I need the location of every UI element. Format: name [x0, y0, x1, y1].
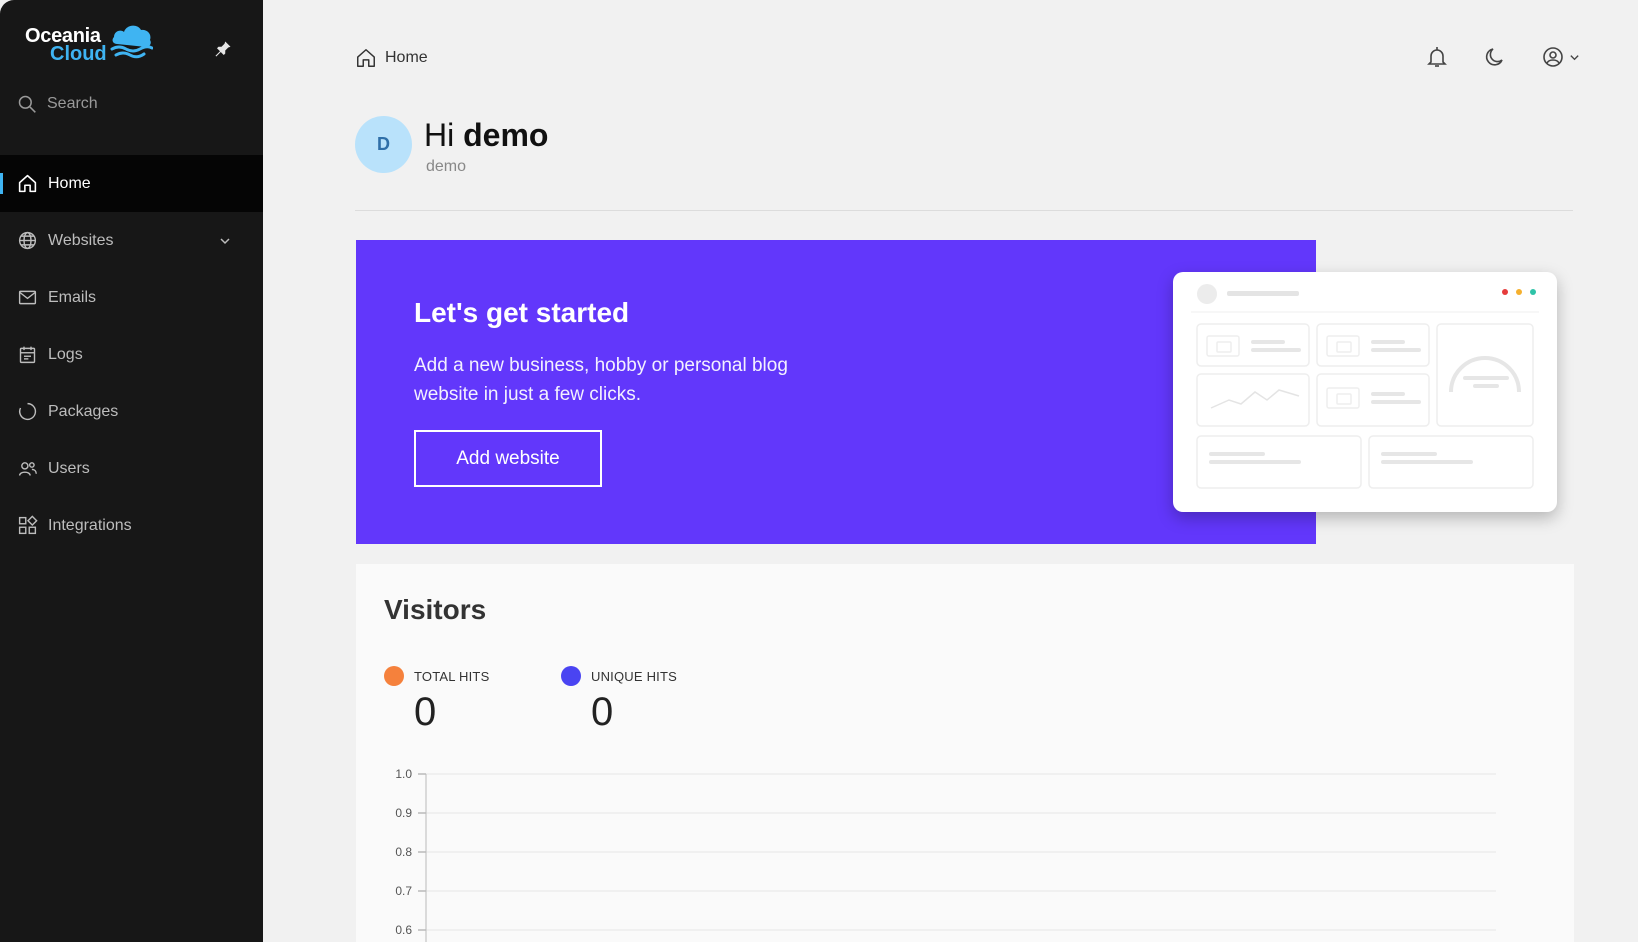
banner-title: Let's get started — [414, 297, 630, 328]
greeting-name: demo — [463, 117, 549, 153]
sidebar-item-label: Integrations — [48, 516, 132, 534]
unique-hits-value: 0 — [591, 690, 614, 734]
y-tick-label: 0.6 — [395, 923, 412, 937]
y-tick-label: 0.7 — [395, 884, 412, 898]
dashboard-illustration — [1173, 272, 1557, 512]
sidebar-item-integrations[interactable]: Integrations — [0, 497, 263, 554]
greeting: D Hi demo demo — [355, 116, 548, 176]
search-input[interactable] — [47, 95, 227, 113]
sidebar-item-home[interactable]: Home — [0, 155, 263, 212]
grid-icon — [18, 515, 38, 535]
total-hits-label: TOTAL HITS — [414, 668, 490, 684]
sidebar-item-label: Logs — [48, 345, 83, 363]
home-icon — [18, 174, 37, 193]
user-circle-icon — [1543, 47, 1563, 67]
home-icon — [357, 49, 375, 67]
greeting-hi: Hi — [424, 117, 455, 153]
moon-icon[interactable] — [1483, 45, 1507, 69]
divider — [355, 210, 1573, 211]
sidebar-item-label: Home — [48, 174, 91, 192]
main-content: Home D Hi demo demo Let's get started Ad… — [263, 0, 1638, 942]
circle-icon — [19, 402, 37, 421]
sidebar-nav: Home Websites Emails Logs Packages Users… — [0, 155, 263, 554]
y-tick-label: 0.9 — [395, 806, 412, 820]
greeting-subtitle: demo — [426, 158, 467, 175]
visitors-title: Visitors — [384, 594, 487, 625]
avatar[interactable]: D — [355, 116, 412, 173]
calendar-icon — [19, 346, 36, 364]
add-website-button[interactable]: Add website — [414, 430, 602, 487]
chevron-down-icon — [1570, 54, 1579, 60]
greeting-title: Hi demo — [424, 116, 548, 154]
sidebar-item-websites[interactable]: Websites — [0, 212, 263, 269]
total-hits-stat: TOTAL HITS 0 — [384, 666, 489, 735]
users-icon — [18, 462, 37, 476]
sidebar-item-logs[interactable]: Logs — [0, 326, 263, 383]
visitors-chart: 1.0 0.9 0.8 0.7 0.6 — [395, 767, 1496, 942]
search-icon — [18, 95, 36, 113]
sidebar-item-label: Websites — [48, 231, 114, 249]
get-started-banner: Let's get started Add a new business, ho… — [356, 240, 1557, 544]
unique-hits-legend-dot — [561, 666, 581, 686]
bell-icon[interactable] — [1425, 45, 1449, 69]
app-window: Oceania Cloud Home — [0, 0, 1638, 942]
banner-text: Add a new business, hobby or personal bl… — [414, 355, 788, 405]
user-menu[interactable] — [1541, 45, 1580, 69]
breadcrumb-label: Home — [385, 49, 428, 66]
unique-hits-label: UNIQUE HITS — [591, 668, 677, 684]
sidebar-item-emails[interactable]: Emails — [0, 269, 263, 326]
sidebar: Oceania Cloud Home — [0, 0, 263, 942]
cloud-logo-icon — [110, 25, 153, 59]
pin-icon[interactable] — [214, 40, 232, 58]
header-actions — [1425, 45, 1580, 69]
mail-icon — [18, 290, 37, 305]
unique-hits-stat: UNIQUE HITS 0 — [561, 666, 677, 735]
breadcrumb[interactable]: Home — [355, 47, 428, 69]
total-hits-legend-dot — [384, 666, 404, 686]
chevron-down-icon[interactable] — [219, 235, 231, 247]
total-hits-value: 0 — [414, 690, 437, 734]
sidebar-item-label: Emails — [48, 288, 97, 306]
sidebar-item-users[interactable]: Users — [0, 440, 263, 497]
y-tick-label: 1.0 — [395, 767, 412, 781]
globe-icon — [18, 231, 37, 250]
sidebar-search[interactable] — [17, 94, 237, 114]
sidebar-item-label: Users — [48, 459, 90, 477]
sidebar-item-packages[interactable]: Packages — [0, 383, 263, 440]
brand-name-line2: Cloud — [50, 43, 107, 65]
brand-logo[interactable]: Oceania Cloud — [25, 25, 153, 65]
visitors-card: Visitors TOTAL HITS 0 UNIQUE HITS 0 1.0 0… — [356, 564, 1574, 942]
y-tick-label: 0.8 — [395, 845, 412, 859]
sidebar-item-label: Packages — [48, 402, 119, 420]
